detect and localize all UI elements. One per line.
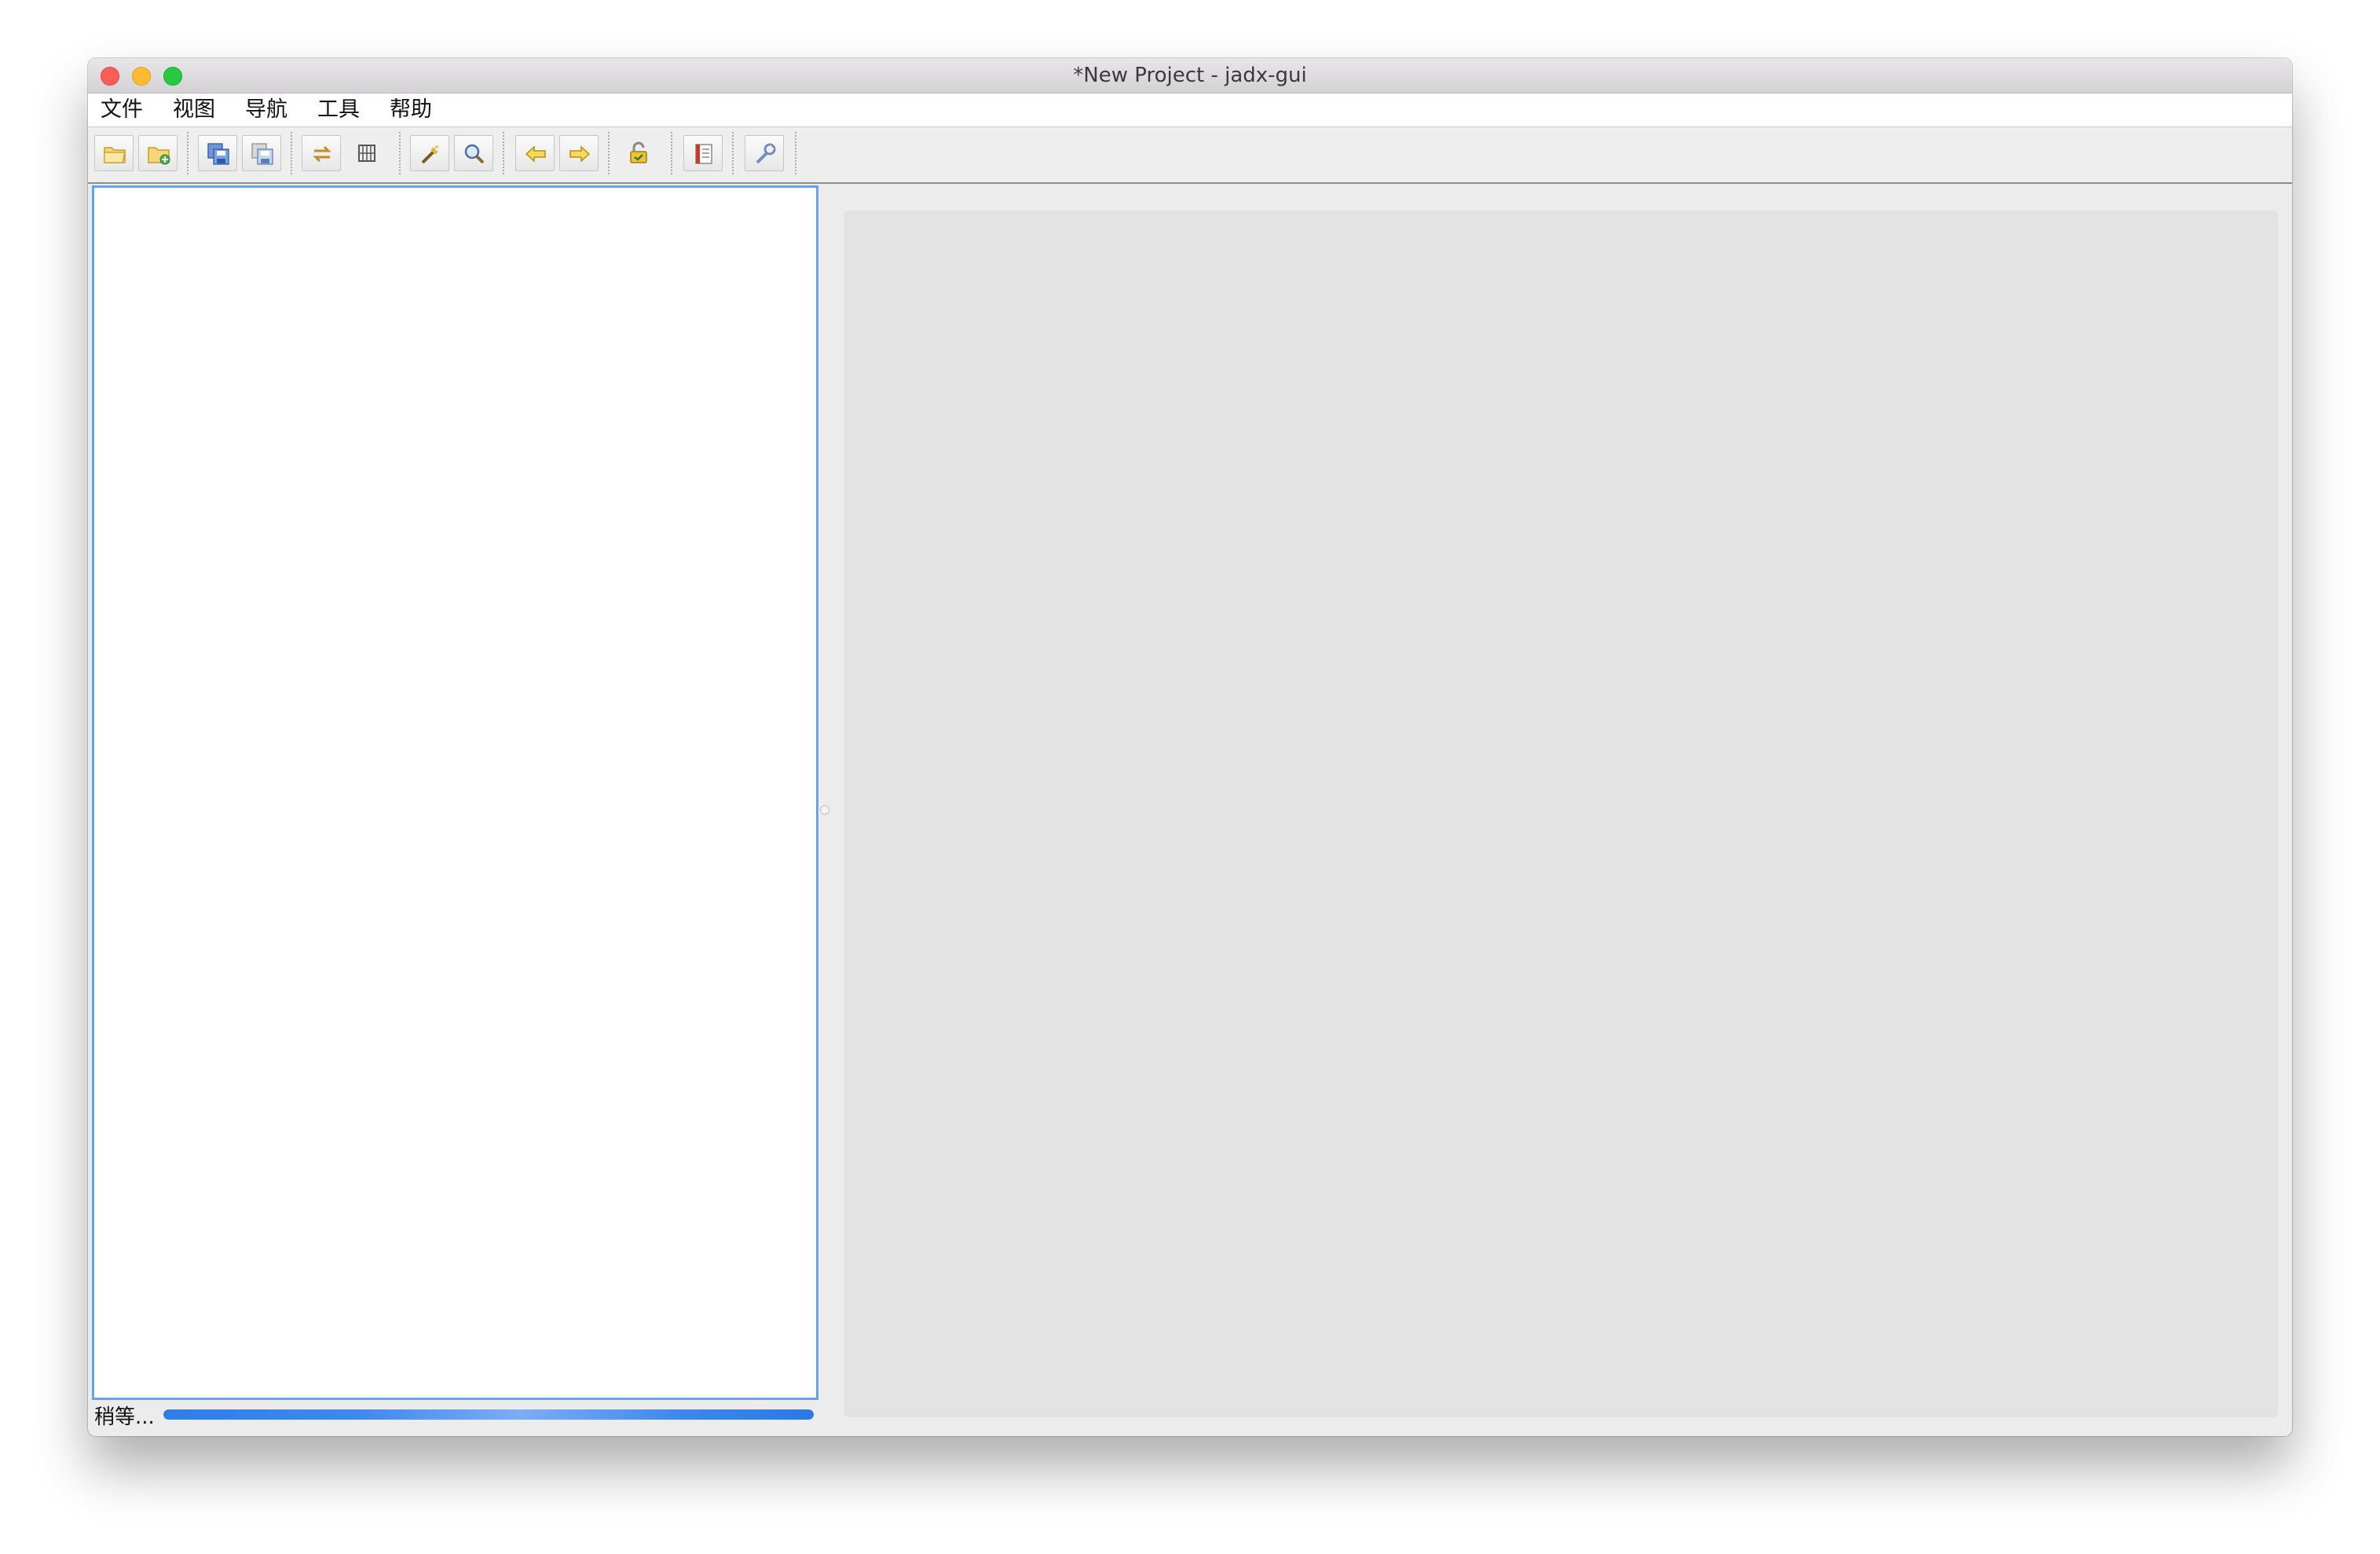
back-icon	[525, 145, 546, 163]
menu-bar: 文件 视图 导航 工具 帮助	[88, 93, 2292, 127]
add-file-icon	[148, 147, 170, 165]
preferences-icon	[756, 143, 776, 164]
export-icon	[251, 143, 273, 165]
menu-view[interactable]: 视图	[168, 93, 220, 126]
text-search-icon	[421, 145, 438, 164]
open-file-icon	[104, 147, 126, 163]
text-search-button[interactable]	[410, 135, 449, 171]
preferences-button[interactable]	[745, 135, 784, 171]
forward-icon	[569, 145, 591, 163]
class-search-icon	[464, 144, 485, 164]
toolbar-separator	[187, 132, 189, 174]
app-window: *New Project - jadx-gui 文件 视图 导航 工具 帮助 稍…	[88, 58, 2292, 1436]
flatten-packages-icon	[358, 145, 375, 162]
toolbar-separator	[503, 132, 504, 174]
export-button[interactable]	[242, 135, 281, 171]
log-viewer-button[interactable]	[683, 135, 723, 171]
toolbar-separator	[795, 132, 796, 174]
toolbar	[88, 127, 2292, 184]
toolbar-separator	[671, 132, 672, 174]
flatten-packages-button[interactable]	[347, 135, 386, 171]
menu-file[interactable]: 文件	[96, 93, 148, 126]
split-pane-divider[interactable]	[820, 805, 829, 815]
toolbar-separator	[291, 132, 292, 174]
toolbar-separator	[732, 132, 734, 174]
title-bar[interactable]: *New Project - jadx-gui	[88, 58, 2292, 93]
sync-tree-button[interactable]	[302, 135, 341, 171]
sync-tree-icon	[313, 145, 331, 163]
open-file-button[interactable]	[94, 135, 134, 171]
menu-tools[interactable]: 工具	[313, 93, 364, 126]
toolbar-separator	[399, 132, 401, 174]
add-file-button[interactable]	[138, 135, 178, 171]
forward-button[interactable]	[559, 135, 599, 171]
menu-help[interactable]: 帮助	[385, 93, 437, 126]
save-all-icon	[207, 143, 229, 165]
progress-bar	[163, 1409, 814, 1420]
toolbar-separator	[608, 132, 610, 174]
menu-navigation[interactable]: 导航	[240, 93, 292, 126]
log-viewer-icon	[695, 144, 712, 164]
deobfuscation-icon	[630, 141, 647, 163]
class-search-button[interactable]	[454, 135, 493, 171]
back-button[interactable]	[515, 135, 555, 171]
project-tree-panel[interactable]	[92, 185, 818, 1400]
progress-bar-fill	[163, 1409, 814, 1420]
status-text: 稍等...	[94, 1406, 155, 1429]
save-all-button[interactable]	[198, 135, 237, 171]
window-title: *New Project - jadx-gui	[1073, 64, 1307, 87]
editor-area	[844, 211, 2278, 1417]
deobfuscation-button[interactable]	[619, 135, 658, 171]
